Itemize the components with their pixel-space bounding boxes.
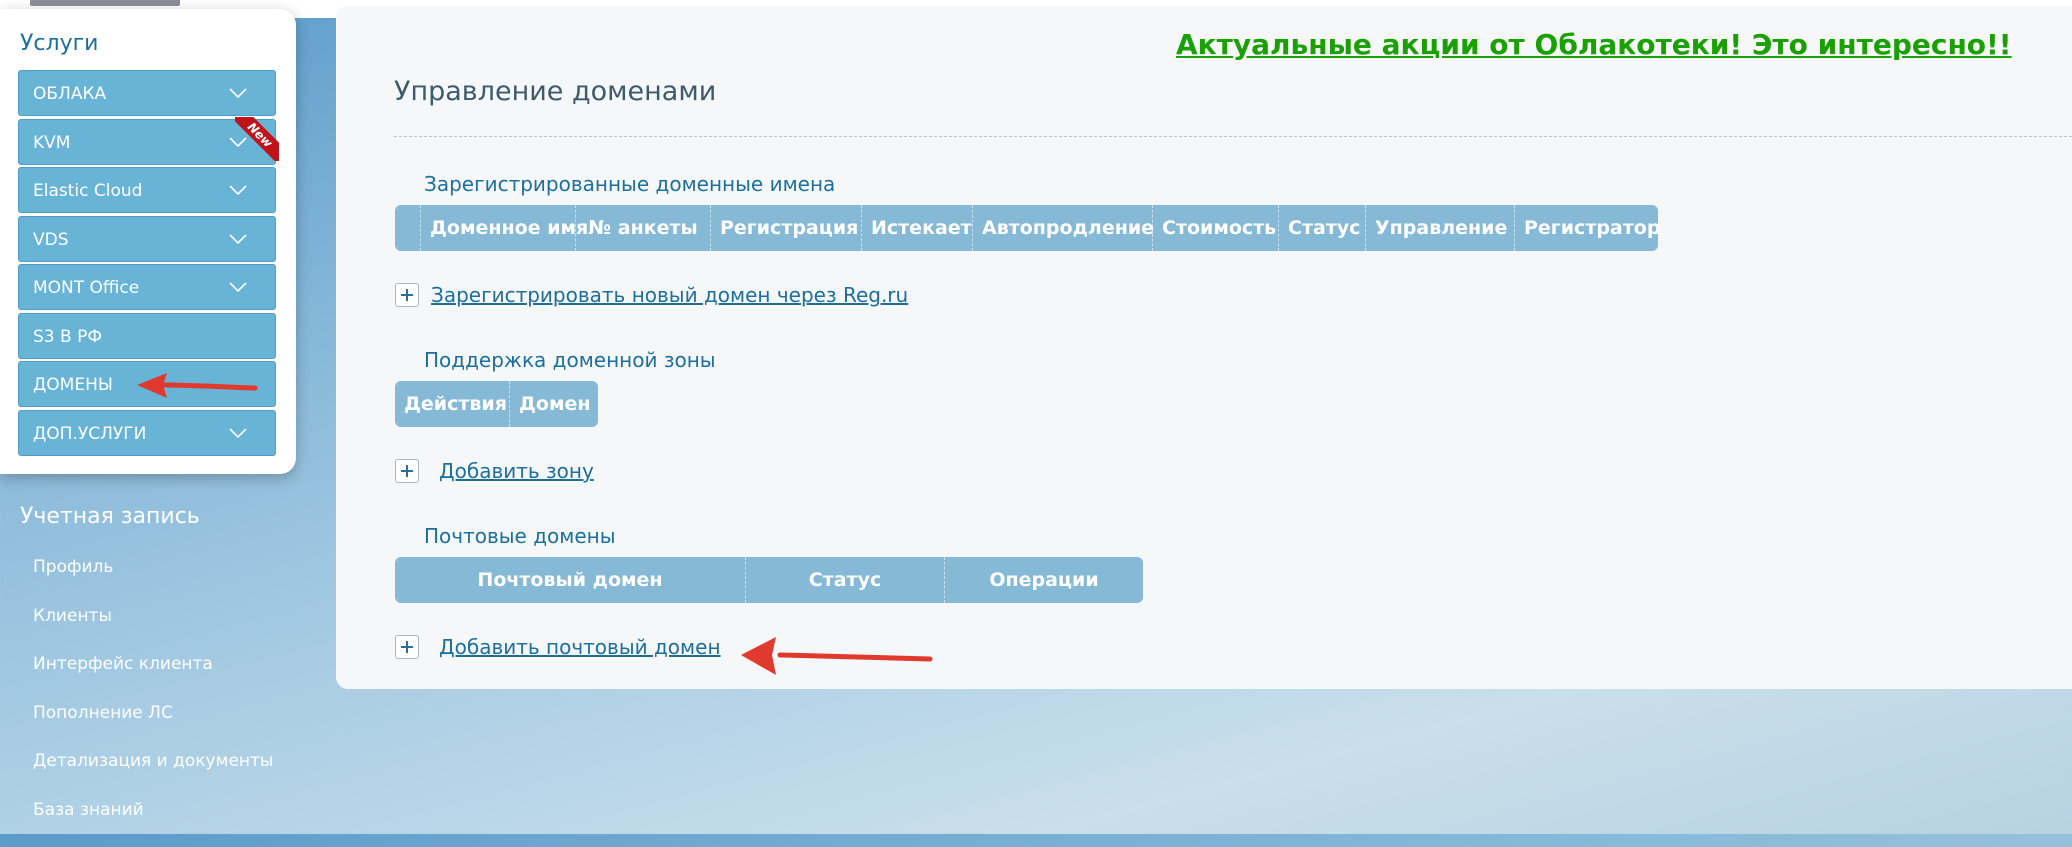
chevron-down-icon <box>227 228 249 250</box>
column-header[interactable]: Почтовый домен <box>395 557 745 603</box>
account-item-topup[interactable]: Пополнение ЛС <box>33 702 273 751</box>
divider <box>394 136 2072 137</box>
column-header[interactable]: Операции <box>944 557 1143 603</box>
plus-icon[interactable] <box>395 635 419 659</box>
register-domain-row[interactable]: Зарегистрировать новый домен через Reg.r… <box>395 283 908 307</box>
column-header[interactable]: Регистрация <box>710 205 861 251</box>
add-zone-row[interactable]: Добавить зону <box>395 459 594 483</box>
column-header[interactable]: Регистратор <box>1514 205 1658 251</box>
column-header[interactable]: Действия <box>395 381 509 427</box>
account-item-knowledge-base[interactable]: База знаний <box>33 799 273 847</box>
chevron-down-icon <box>227 179 249 201</box>
chevron-down-icon <box>227 422 249 444</box>
account-item-details-documents[interactable]: Детализация и документы <box>33 750 273 799</box>
column-header[interactable]: Стоимость <box>1152 205 1278 251</box>
chevron-down-icon <box>227 276 249 298</box>
chevron-down-icon <box>227 131 249 153</box>
account-menu: Профиль Клиенты Интерфейс клиента Пополн… <box>33 556 273 847</box>
annotation-arrow-domains <box>135 372 260 402</box>
menu-item-label: MONT Office <box>33 278 139 298</box>
column-header[interactable]: Статус <box>745 557 944 603</box>
column-header[interactable]: Домен <box>509 381 598 427</box>
menu-item-label: ОБЛАКА <box>33 84 106 104</box>
menu-item-mont-office[interactable]: MONT Office <box>18 264 276 310</box>
mail-domains-table-header: Почтовый домен Статус Операции <box>395 557 1143 603</box>
column-header[interactable]: № анкеты <box>575 205 710 251</box>
menu-item-label: S3 В РФ <box>33 327 102 347</box>
menu-item-extra-services[interactable]: ДОП.УСЛУГИ <box>18 410 276 456</box>
menu-item-s3[interactable]: S3 В РФ <box>18 313 276 359</box>
annotation-arrow-mail-domain <box>738 634 933 680</box>
add-zone-link[interactable]: Добавить зону <box>439 459 594 483</box>
chevron-down-icon <box>227 82 249 104</box>
account-item-client-interface[interactable]: Интерфейс клиента <box>33 653 273 702</box>
menu-item-label: KVM <box>33 133 70 153</box>
menu-item-label: ДОП.УСЛУГИ <box>33 424 146 444</box>
zone-support-title: Поддержка доменной зоны <box>424 348 716 372</box>
column-spacer <box>395 205 420 251</box>
promo-link[interactable]: Актуальные акции от Облакотеки! Это инте… <box>1176 28 2012 61</box>
page-title: Управление доменами <box>394 76 716 107</box>
menu-item-kvm[interactable]: KVM New <box>18 119 276 165</box>
services-title: Услуги <box>20 31 98 56</box>
services-panel: Услуги ОБЛАКА KVM New Elastic Cloud VDS … <box>0 9 296 474</box>
column-header[interactable]: Управление <box>1365 205 1514 251</box>
account-title: Учетная запись <box>20 504 200 529</box>
register-domain-link[interactable]: Зарегистрировать новый домен через Reg.r… <box>431 283 908 307</box>
zone-table-header: Действия Домен <box>395 381 598 427</box>
plus-icon[interactable] <box>395 283 419 307</box>
registered-domains-table-header: Доменное имя № анкеты Регистрация Истека… <box>395 205 1658 251</box>
column-header[interactable]: Доменное имя <box>420 205 575 251</box>
menu-item-vds[interactable]: VDS <box>18 216 276 262</box>
account-item-clients[interactable]: Клиенты <box>33 605 273 654</box>
top-logo-fragment <box>30 0 180 6</box>
column-header[interactable]: Истекает <box>861 205 972 251</box>
registered-domains-title: Зарегистрированные доменные имена <box>424 172 835 196</box>
add-mail-domain-row[interactable]: Добавить почтовый домен <box>395 635 721 659</box>
menu-item-oblaka[interactable]: ОБЛАКА <box>18 70 276 116</box>
menu-item-label: ДОМЕНЫ <box>33 375 113 395</box>
column-header[interactable]: Статус <box>1278 205 1365 251</box>
add-mail-domain-link[interactable]: Добавить почтовый домен <box>439 635 721 659</box>
main-panel: Актуальные акции от Облакотеки! Это инте… <box>336 6 2072 689</box>
plus-icon[interactable] <box>395 459 419 483</box>
menu-item-elastic-cloud[interactable]: Elastic Cloud <box>18 167 276 213</box>
menu-item-label: VDS <box>33 230 69 250</box>
menu-item-label: Elastic Cloud <box>33 181 142 201</box>
mail-domains-title: Почтовые домены <box>424 524 616 548</box>
column-header[interactable]: Автопродление <box>972 205 1152 251</box>
account-item-profile[interactable]: Профиль <box>33 556 273 605</box>
